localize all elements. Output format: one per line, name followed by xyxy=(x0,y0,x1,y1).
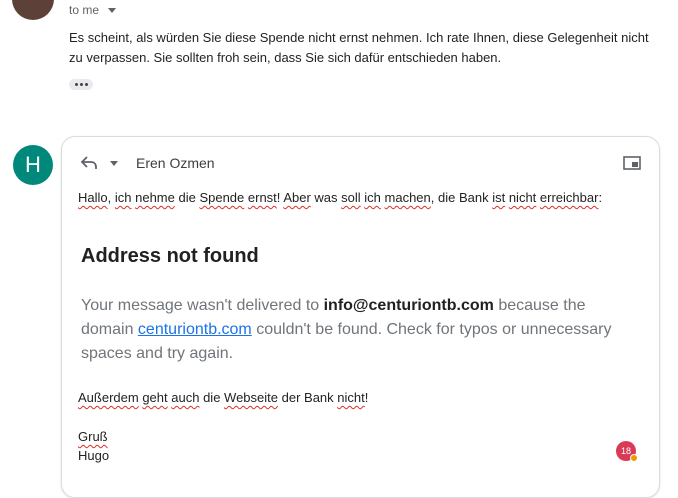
text: der Bank xyxy=(278,390,338,405)
misspelled-word[interactable]: nicht xyxy=(509,190,536,205)
misspelled-word[interactable]: nehme xyxy=(135,190,175,205)
misspelled-word[interactable]: geht xyxy=(142,390,167,405)
misspelled-word[interactable]: ernst xyxy=(248,190,277,205)
misspelled-word[interactable]: soll xyxy=(341,190,361,205)
dot-icon xyxy=(84,83,88,86)
greeting-line: Gruß xyxy=(78,429,108,444)
text: ! xyxy=(364,390,369,405)
misspelled-word[interactable]: Spende xyxy=(199,190,244,205)
reply-paragraph: Außerdem geht auch die Webseite der Bank… xyxy=(78,390,368,405)
domain-link[interactable]: centuriontb.com xyxy=(138,321,252,338)
bounced-email-address: info@centuriontb.com xyxy=(323,297,494,314)
misspelled-word[interactable]: Aber xyxy=(283,190,310,205)
misspelled-word[interactable]: Außerdem xyxy=(78,390,139,405)
reply-recipient[interactable]: Eren Ozmen xyxy=(136,155,215,171)
misspelled-word[interactable]: ist xyxy=(492,190,505,205)
status-dot-icon xyxy=(630,454,638,462)
reply-paragraph: Hallo, ich nehme die Spende ernst! Aber … xyxy=(78,190,602,205)
misspelled-word[interactable]: Hallo xyxy=(78,190,108,205)
user-avatar: H xyxy=(13,145,53,185)
sender-avatar[interactable] xyxy=(12,0,54,20)
chevron-down-icon[interactable] xyxy=(108,7,117,13)
misspelled-word[interactable]: nicht xyxy=(337,390,364,405)
text: , xyxy=(107,190,115,205)
misspelled-word[interactable]: Webseite xyxy=(224,390,278,405)
text: was xyxy=(310,190,342,205)
misspelled-word[interactable]: auch xyxy=(171,390,199,405)
text: Your message wasn't delivered to xyxy=(81,297,324,314)
reply-type-dropdown-icon[interactable] xyxy=(110,160,118,166)
recipient-details-toggle[interactable]: to me xyxy=(69,3,117,17)
misspelled-word[interactable]: ich xyxy=(115,190,132,205)
reply-icon[interactable] xyxy=(80,155,98,171)
message-body-line: Es scheint, als würden Sie diese Spende … xyxy=(69,30,649,45)
misspelled-word[interactable]: erreichbar xyxy=(540,190,599,205)
misspelled-word[interactable]: Gruß xyxy=(78,429,108,444)
to-me-label: to me xyxy=(69,3,100,17)
dot-icon xyxy=(79,83,83,86)
bounce-message: Your message wasn't delivered to info@ce… xyxy=(81,294,631,366)
message-body: Es scheint, als würden Sie diese Spende … xyxy=(69,28,659,68)
signature-line: Hugo xyxy=(78,448,110,463)
text: , die Bank xyxy=(430,190,493,205)
misspelled-word[interactable]: ich xyxy=(364,190,381,205)
bounce-heading: Address not found xyxy=(81,245,259,267)
pop-out-reply-icon[interactable] xyxy=(623,156,641,175)
dot-icon xyxy=(74,83,78,86)
show-trimmed-content-button[interactable] xyxy=(69,79,93,90)
text: die xyxy=(174,190,200,205)
message-body-line: zu verpassen. Sie sollten froh sein, das… xyxy=(69,50,502,65)
text: die xyxy=(199,390,225,405)
reply-header: Eren Ozmen xyxy=(80,155,215,171)
misspelled-word[interactable]: machen xyxy=(385,190,431,205)
text: : xyxy=(598,190,603,205)
